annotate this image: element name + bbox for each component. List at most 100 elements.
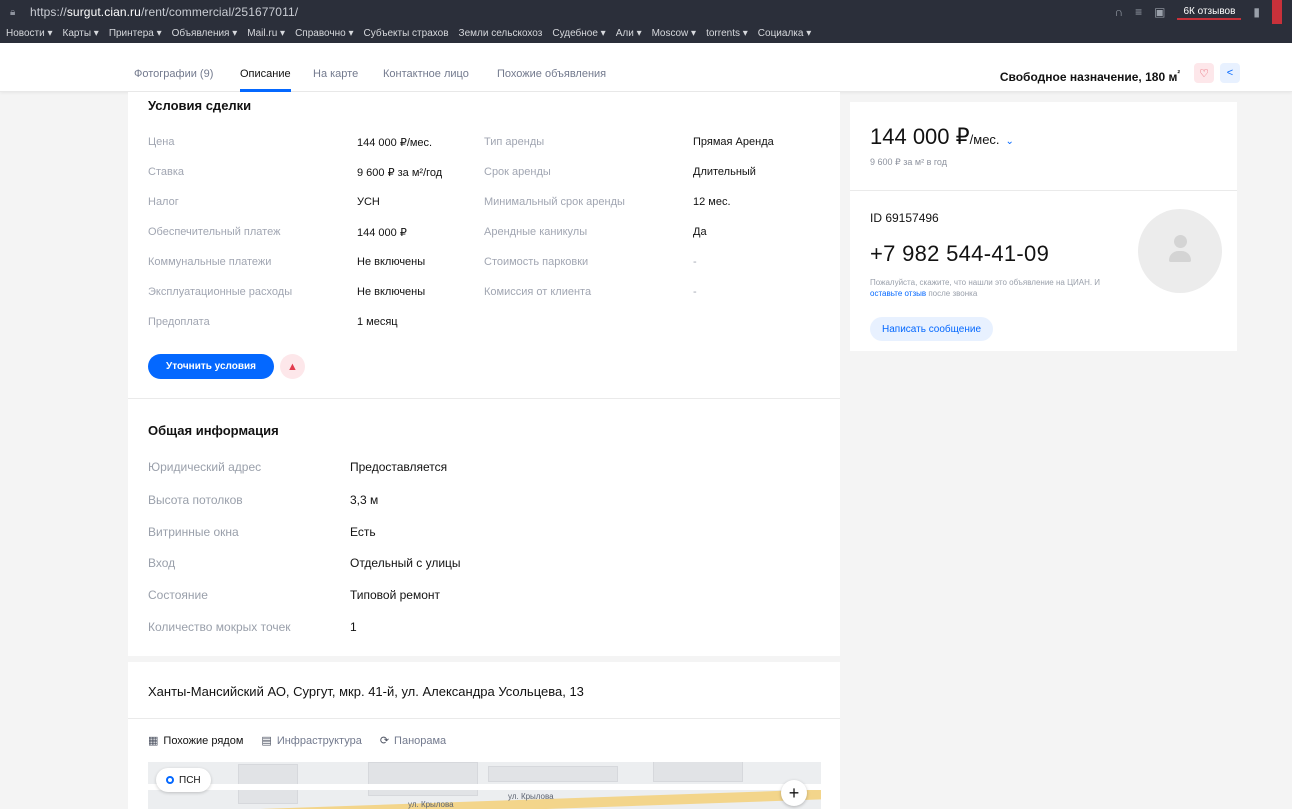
deal-value: Да [693,226,707,238]
map-building [488,766,618,782]
deal-terms-title: Условия сделки [148,98,252,113]
bookmark-item[interactable]: Али ▾ [616,28,642,39]
deal-label: Цена [148,136,175,148]
info-value: Есть [350,525,376,539]
phone-number[interactable]: +7 982 544-41-09 [870,241,1049,267]
bookmark-item[interactable]: Справочно ▾ [295,28,353,39]
psn-filter-chip[interactable]: ПСН [156,768,211,792]
zoom-in-button[interactable]: + [781,780,807,806]
deal-value: Не включены [357,256,426,268]
bookmark-icon[interactable]: ▮ [1253,5,1260,19]
user-icon-body [1169,251,1191,262]
bookmark-item[interactable]: Объявления ▾ [172,28,238,39]
favorite-heart-icon[interactable]: ♡ [1194,63,1214,83]
deal-value: 144 000 ₽ [357,227,407,239]
bookmark-item[interactable]: torrents ▾ [706,28,748,39]
price-per-sqm: 9 600 ₽ за м² в год [870,157,947,167]
map-building [653,762,743,782]
deal-value: 144 000 ₽/мес. [357,137,433,149]
lock-icon: 🔒︎ [10,6,16,18]
deal-label: Эксплуатационные расходы [148,286,293,298]
panorama-360-icon: ⟳ [379,735,390,747]
bookmark-item[interactable]: Новости ▾ [6,28,53,39]
info-value: 1 [350,620,357,634]
price-text: 144 000 ₽/мес. ⌄ [870,124,1014,149]
menu-icon[interactable]: ≡ [1135,5,1142,19]
deal-label: Тип аренды [484,136,545,148]
bookmark-item[interactable]: Mail.ru ▾ [247,28,285,39]
bookmarks-bar: Новости ▾ Карты ▾ Принтера ▾ Объявления ▾ Ma… [0,24,1292,43]
deal-label: Стоимость парковки [484,256,589,268]
bookmark-item[interactable]: Moscow ▾ [652,28,696,39]
extension-red-icon[interactable] [1272,0,1282,24]
deal-label: Срок аренды [484,166,551,178]
deal-value: 1 месяц [357,316,398,328]
chevron-down-icon[interactable]: ⌄ [1006,136,1014,147]
tab-similar[interactable]: Похожие объявления [497,43,606,92]
circle-icon [166,776,174,784]
deal-value: 9 600 ₽ за м²/год [357,167,443,179]
info-label: Витринные окна [148,525,239,539]
deal-value: - [693,256,697,268]
listing-summary: Свободное назначение, 180 м² [999,69,1180,84]
tab-photos[interactable]: Фотографии (9) [134,43,213,92]
deal-value: Не включены [357,286,426,298]
bookmark-item[interactable]: Субъекты страхов [363,28,448,39]
leave-review-link[interactable]: оставьте отзыв [870,289,926,298]
deal-label: Предоплата [148,316,210,328]
divider [128,718,840,719]
bookmark-item[interactable]: Социалка ▾ [758,28,811,39]
share-icon[interactable]: < [1220,63,1240,83]
deal-value: Прямая Аренда [693,136,774,148]
extension-icon[interactable]: ▣ [1154,5,1165,19]
browser-url-bar[interactable]: 🔒︎ https://surgut.cian.ru/rent/commercia… [0,0,1292,24]
tab-map[interactable]: На карте [313,43,358,92]
info-value: Отдельный с улицы [350,556,461,570]
info-value: 3,3 м [350,493,379,507]
deal-label: Обеспечительный платеж [148,226,281,238]
deal-value: Длительный [693,166,756,178]
price-card: 144 000 ₽/мес. ⌄ 9 600 ₽ за м² в год [850,102,1237,190]
tab-infrastructure[interactable]: ▤ Инфраструктура [261,734,361,748]
bookmark-item[interactable]: Карты ▾ [63,28,99,39]
browser-toolbar-right: ∩ ≡ ▣ 6К отзывов ▮ [1114,0,1292,24]
info-label: Количество мокрых точек [148,620,291,634]
location-card: Ханты-Мансийский АО, Сургут, мкр. 41-й, … [128,662,840,809]
tab-panorama[interactable]: ⟳ Панорама [379,734,446,748]
map-view[interactable]: ул. Крылова ул. Крылова ПСН + [148,762,821,809]
street-label: ул. Крылова [408,800,454,809]
general-info-title: Общая информация [148,423,279,438]
page-tabs-bar: Фотографии (9) Описание На карте Контакт… [0,43,1292,92]
deal-label: Минимальный срок аренды [484,196,625,208]
clarify-terms-button[interactable]: Уточнить условия [148,354,274,379]
deal-value: 12 мес. [693,196,731,208]
url-text[interactable]: https://surgut.cian.ru/rent/commercial/2… [30,5,298,19]
tab-similar-nearby[interactable]: ▦ Похожие рядом [148,734,243,748]
contact-note: Пожалуйста, скажите, что нашли это объяв… [870,278,1101,298]
bookmark-item[interactable]: Земли сельскохоз [459,28,543,39]
user-icon [1173,235,1187,248]
listing-id: ID 69157496 [870,211,939,225]
general-info-card: Общая информация Юридический адрес Предо… [128,398,840,656]
tab-description[interactable]: Описание [240,43,291,92]
deal-value: - [693,286,697,298]
deal-value: УСН [357,196,380,208]
info-label: Высота потолков [148,493,243,507]
reviews-badge[interactable]: 6К отзывов [1177,4,1242,20]
warning-icon[interactable]: ▲ [280,354,305,379]
info-label: Состояние [148,588,208,602]
headphones-icon[interactable]: ∩ [1114,5,1123,19]
info-value: Предоставляется [350,460,448,474]
deal-label: Ставка [148,166,184,178]
bookmark-item[interactable]: Принтера ▾ [109,28,162,39]
deal-label: Комиссия от клиента [484,286,592,298]
map-tabs: ▦ Похожие рядом ▤ Инфраструктура ⟳ Панорама [148,734,446,748]
info-label: Юридический адрес [148,460,262,474]
deal-label: Коммунальные платежи [148,256,272,268]
building-icon: ▤ [261,735,272,747]
contact-card: ID 69157496 +7 982 544-41-09 Пожалуйста,… [850,190,1237,351]
send-message-button[interactable]: Написать сообщение [870,317,994,341]
bookmark-item[interactable]: Судебное ▾ [552,28,605,39]
deal-terms-card: Условия сделки Цена 144 000 ₽/мес. Ставк… [128,92,840,398]
tab-contact[interactable]: Контактное лицо [383,43,469,92]
